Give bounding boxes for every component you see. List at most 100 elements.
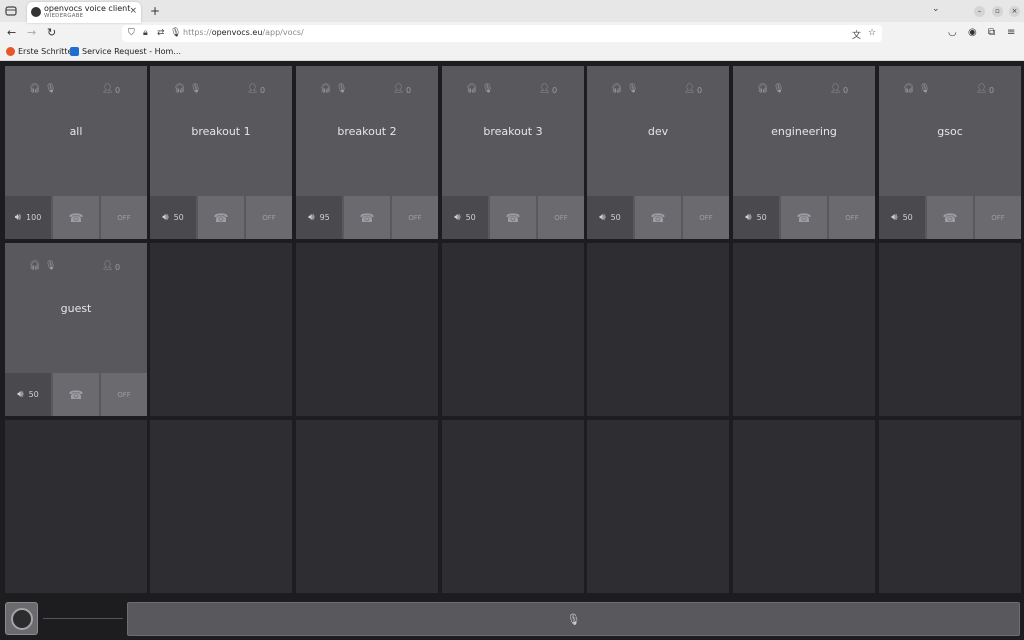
loop-tile[interactable]: 🎧︎ 🎙︎ 👤︎ 0 engineering 🔊︎ 50 ☎︎ OFF bbox=[733, 66, 875, 239]
user-icon: 👤︎ bbox=[539, 84, 551, 94]
bookmark-label: Erste Schritte bbox=[18, 47, 73, 56]
loop-controls: 🔊︎ 100 ☎︎ OFF bbox=[5, 196, 147, 239]
headphones-icon: 🎧︎ bbox=[757, 84, 769, 94]
close-icon[interactable]: × bbox=[129, 6, 137, 16]
extensions-icon[interactable]: ⧉ bbox=[988, 27, 995, 38]
call-button[interactable]: ☎︎ bbox=[53, 373, 99, 416]
tab-title: openvocs voice client bbox=[44, 4, 131, 13]
lock-icon[interactable]: 🔒︎ bbox=[143, 28, 148, 38]
bookmark-item[interactable]: Erste Schritte bbox=[6, 47, 72, 56]
minimize-icon[interactable]: – bbox=[974, 6, 985, 17]
tab-overview-icon[interactable] bbox=[5, 5, 17, 17]
forward-icon[interactable]: → bbox=[27, 26, 36, 39]
loop-tile[interactable]: 🎧︎ 🎙︎ 👤︎ 0 gsoc 🔊︎ 50 ☎︎ OFF bbox=[879, 66, 1021, 239]
microphone-icon: 🎙︎ bbox=[336, 84, 348, 94]
restore-icon[interactable]: ▫ bbox=[992, 6, 1003, 17]
empty-tile bbox=[733, 420, 875, 593]
url-bar[interactable]: ⛉ 🔒︎ ⇄ 🎙︎ https://openvocs.eu/app/vocs/ … bbox=[122, 25, 882, 42]
loop-controls: 🔊︎ 50 ☎︎ OFF bbox=[587, 196, 729, 239]
status-button[interactable]: OFF bbox=[392, 196, 438, 239]
call-button[interactable]: ☎︎ bbox=[53, 196, 99, 239]
loop-select-area[interactable]: 🎧︎ 🎙︎ 👤︎ 0 all bbox=[5, 66, 147, 196]
browser-tab[interactable]: openvocs voice client WIEDERGABE × bbox=[27, 2, 141, 23]
loop-select-area[interactable]: 🎧︎ 🎙︎ 👤︎ 0 breakout 3 bbox=[442, 66, 584, 196]
loop-select-area[interactable]: 🎧︎ 🎙︎ 👤︎ 0 dev bbox=[587, 66, 729, 196]
loop-tile[interactable]: 🎧︎ 🎙︎ 👤︎ 0 breakout 3 🔊︎ 50 ☎︎ OFF bbox=[442, 66, 584, 239]
microphone-icon: 🎙︎ bbox=[45, 261, 57, 271]
bookmark-item[interactable]: Service Request - Hom... bbox=[70, 47, 181, 56]
volume-value: 100 bbox=[26, 213, 42, 222]
headphones-icon: 🎧︎ bbox=[466, 84, 478, 94]
star-icon[interactable]: ☆ bbox=[868, 28, 876, 38]
pocket-icon[interactable]: ◡ bbox=[948, 27, 957, 38]
loop-select-area[interactable]: 🎧︎ 🎙︎ 👤︎ 0 breakout 1 bbox=[150, 66, 292, 196]
url-text[interactable]: https://openvocs.eu/app/vocs/ bbox=[183, 28, 304, 37]
call-button[interactable]: ☎︎ bbox=[781, 196, 827, 239]
user-count: 0 bbox=[115, 263, 121, 272]
back-icon[interactable]: ← bbox=[7, 26, 16, 39]
loop-name: guest bbox=[60, 302, 92, 315]
volume-button[interactable]: 🔊︎ 95 bbox=[296, 196, 342, 239]
call-button[interactable]: ☎︎ bbox=[344, 196, 390, 239]
tab-bar: openvocs voice client WIEDERGABE × + ⌄ –… bbox=[0, 0, 1024, 23]
level-meter bbox=[43, 618, 123, 619]
status-button[interactable]: OFF bbox=[683, 196, 729, 239]
volume-button[interactable]: 🔊︎ 50 bbox=[587, 196, 633, 239]
loop-select-area[interactable]: 🎧︎ 🎙︎ 👤︎ 0 guest bbox=[5, 243, 147, 373]
microphone-icon[interactable]: 🎙︎ bbox=[170, 28, 181, 38]
speaker-icon: 🔊︎ bbox=[162, 212, 169, 223]
phone-icon: ☎︎ bbox=[650, 210, 666, 225]
status-button[interactable]: OFF bbox=[246, 196, 292, 239]
menu-icon[interactable]: ≡ bbox=[1007, 27, 1015, 38]
settings-button[interactable] bbox=[5, 602, 38, 635]
loop-controls: 🔊︎ 50 ☎︎ OFF bbox=[879, 196, 1021, 239]
speaker-icon: 🔊︎ bbox=[454, 212, 461, 223]
call-button[interactable]: ☎︎ bbox=[635, 196, 681, 239]
loop-controls: 🔊︎ 50 ☎︎ OFF bbox=[733, 196, 875, 239]
chevron-down-icon[interactable]: ⌄ bbox=[932, 4, 940, 14]
loop-tile[interactable]: 🎧︎ 🎙︎ 👤︎ 0 dev 🔊︎ 50 ☎︎ OFF bbox=[587, 66, 729, 239]
account-icon[interactable]: ◉ bbox=[968, 27, 977, 38]
status-label: OFF bbox=[845, 213, 859, 222]
status-label: OFF bbox=[262, 213, 276, 222]
loop-controls: 🔊︎ 95 ☎︎ OFF bbox=[296, 196, 438, 239]
call-button[interactable]: ☎︎ bbox=[927, 196, 973, 239]
volume-button[interactable]: 🔊︎ 50 bbox=[442, 196, 488, 239]
loop-tile[interactable]: 🎧︎ 🎙︎ 👤︎ 0 guest 🔊︎ 50 ☎︎ OFF bbox=[5, 243, 147, 416]
call-button[interactable]: ☎︎ bbox=[198, 196, 244, 239]
new-tab-button[interactable]: + bbox=[150, 4, 160, 18]
status-button[interactable]: OFF bbox=[975, 196, 1021, 239]
headphones-icon: 🎧︎ bbox=[320, 84, 332, 94]
headphones-icon: 🎧︎ bbox=[611, 84, 623, 94]
empty-tile bbox=[442, 243, 584, 416]
volume-button[interactable]: 🔊︎ 100 bbox=[5, 196, 51, 239]
status-button[interactable]: OFF bbox=[538, 196, 584, 239]
loop-tile[interactable]: 🎧︎ 🎙︎ 👤︎ 0 all 🔊︎ 100 ☎︎ OFF bbox=[5, 66, 147, 239]
loop-name: gsoc bbox=[937, 125, 963, 138]
status-button[interactable]: OFF bbox=[829, 196, 875, 239]
user-icon: 👤︎ bbox=[247, 84, 259, 94]
volume-button[interactable]: 🔊︎ 50 bbox=[150, 196, 196, 239]
reload-icon[interactable]: ↻ bbox=[47, 26, 56, 39]
volume-button[interactable]: 🔊︎ 50 bbox=[5, 373, 51, 416]
volume-value: 95 bbox=[319, 213, 330, 222]
volume-button[interactable]: 🔊︎ 50 bbox=[733, 196, 779, 239]
volume-button[interactable]: 🔊︎ 50 bbox=[879, 196, 925, 239]
permissions-icon[interactable]: ⇄ bbox=[157, 28, 165, 38]
loop-name: all bbox=[69, 125, 83, 138]
push-to-talk-bar[interactable]: 🎙︎ bbox=[127, 602, 1020, 636]
loop-select-area[interactable]: 🎧︎ 🎙︎ 👤︎ 0 engineering bbox=[733, 66, 875, 196]
status-button[interactable]: OFF bbox=[101, 196, 147, 239]
close-window-icon[interactable]: × bbox=[1009, 6, 1020, 17]
loop-tile[interactable]: 🎧︎ 🎙︎ 👤︎ 0 breakout 1 🔊︎ 50 ☎︎ OFF bbox=[150, 66, 292, 239]
translate-icon[interactable]: 文 bbox=[852, 28, 861, 41]
loop-controls: 🔊︎ 50 ☎︎ OFF bbox=[5, 373, 147, 416]
loop-select-area[interactable]: 🎧︎ 🎙︎ 👤︎ 0 breakout 2 bbox=[296, 66, 438, 196]
shield-icon[interactable]: ⛉ bbox=[128, 28, 135, 38]
loop-tile[interactable]: 🎧︎ 🎙︎ 👤︎ 0 breakout 2 🔊︎ 95 ☎︎ OFF bbox=[296, 66, 438, 239]
call-button[interactable]: ☎︎ bbox=[490, 196, 536, 239]
status-label: OFF bbox=[699, 213, 713, 222]
headset-icon bbox=[31, 7, 41, 17]
loop-select-area[interactable]: 🎧︎ 🎙︎ 👤︎ 0 gsoc bbox=[879, 66, 1021, 196]
status-button[interactable]: OFF bbox=[101, 373, 147, 416]
